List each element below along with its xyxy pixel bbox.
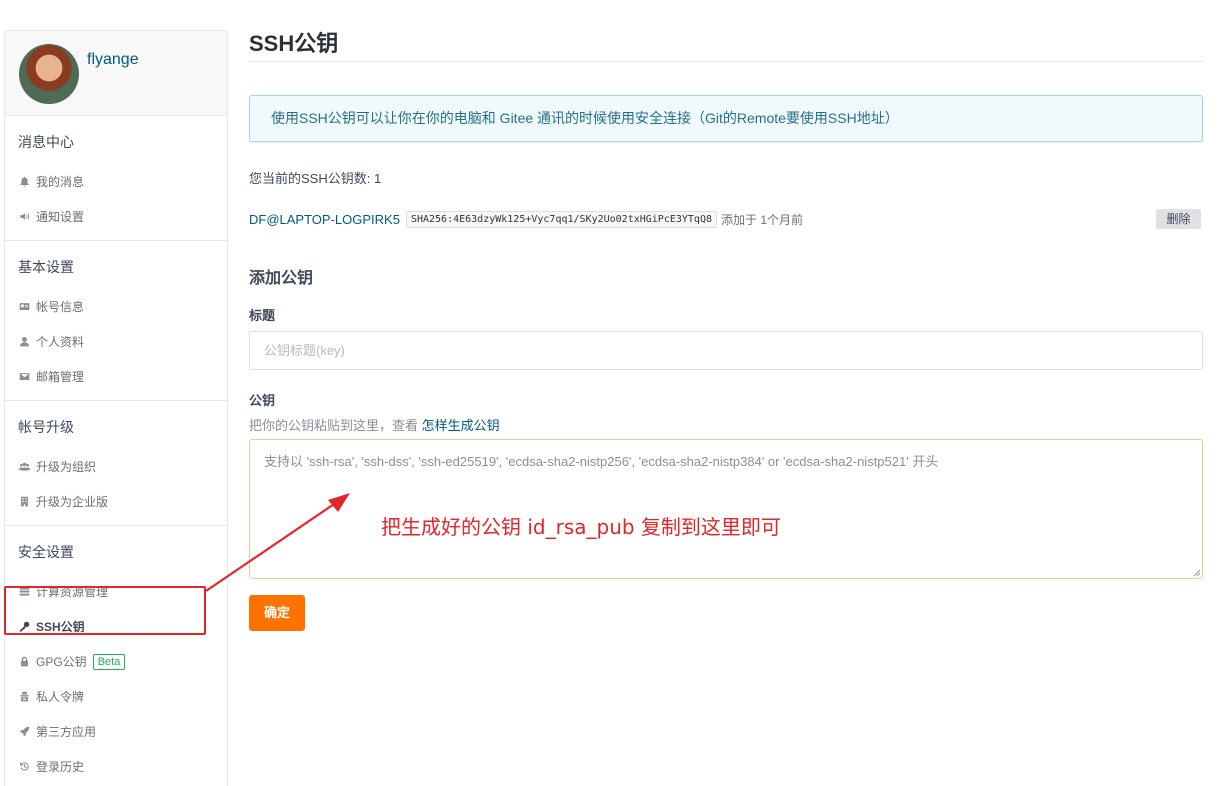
envelope-icon [18,371,30,383]
key-name[interactable]: DF@LAPTOP-LOGPIRK5 [249,212,400,227]
title-label: 标题 [249,308,276,323]
section-security-settings: 安全设置 计算资源管理 SSH公钥 GPG公钥 Beta 私人令牌 第三方应用 … [5,526,227,786]
key-fingerprint: SHA256:4E63dzyWk125+Vyc7qq1/SKy2Uo02txHG… [405,210,717,228]
submit-button[interactable]: 确定 [249,595,305,631]
key-added-time: 添加于 1个月前 [720,212,803,227]
section-title: 安全设置 [18,544,74,560]
sidebar-item-login-history[interactable]: 登录历史 [5,749,227,784]
lock-icon [18,656,30,668]
profile-header: flyange [5,31,227,116]
sidebar-item-gpg-keys[interactable]: GPG公钥 Beta [5,644,227,679]
sidebar-item-upgrade-enterprise[interactable]: 升级为企业版 [5,484,227,519]
sidebar-item-label: 升级为企业版 [36,495,109,509]
public-key-textarea[interactable]: 支持以 'ssh-rsa', 'ssh-dss', 'ssh-ed25519',… [249,439,1203,579]
bell-icon [18,176,30,188]
sidebar-item-label: 升级为组织 [36,460,97,474]
sidebar-item-label: 帐号信息 [36,300,85,314]
sidebar-item-my-messages[interactable]: 我的消息 [5,164,227,199]
sidebar-item-email[interactable]: 邮箱管理 [5,359,227,394]
users-icon [18,461,30,473]
section-title: 基本设置 [18,259,74,275]
sidebar-item-label: GPG公钥 [36,655,87,669]
rocket-icon [18,726,30,738]
annotation-text: 把生成好的公钥 id_rsa_pub 复制到这里即可 [381,515,781,539]
key-label: 公钥 [249,393,276,408]
delete-key-button[interactable]: 删除 [1156,209,1201,229]
hint-text: 把你的公钥粘贴到这里，查看 [249,418,419,433]
section-messages: 消息中心 我的消息 通知设置 [5,116,227,241]
section-account-upgrade: 帐号升级 升级为组织 升级为企业版 [5,401,227,526]
building-icon [18,496,30,508]
sidebar-item-label: 登录历史 [36,760,85,774]
resize-handle-icon[interactable] [1193,569,1201,577]
ssh-key-row: DF@LAPTOP-LOGPIRK5 SHA256:4E63dzyWk125+V… [249,208,1203,230]
sidebar-item-account-info[interactable]: 帐号信息 [5,289,227,324]
textarea-placeholder: 支持以 'ssh-rsa', 'ssh-dss', 'ssh-ed25519',… [264,454,939,469]
sidebar-item-upgrade-organization[interactable]: 升级为组织 [5,449,227,484]
sidebar-item-notification-settings[interactable]: 通知设置 [5,199,227,234]
page-title: SSH公钥 [249,28,1203,62]
history-icon [18,761,30,773]
sidebar-item-third-party-apps[interactable]: 第三方应用 [5,714,227,749]
user-icon [18,336,30,348]
beta-badge: Beta [92,653,126,670]
sidebar-item-label: 第三方应用 [36,725,97,739]
sidebar-item-label: 通知设置 [36,210,85,224]
settings-sidebar: flyange 消息中心 我的消息 通知设置 基本设置 帐号信息 个人资料 邮箱… [4,30,228,786]
highlight-box [4,586,206,635]
sidebar-item-label: 个人资料 [36,335,85,349]
username[interactable]: flyange [87,51,139,69]
token-icon [18,691,30,703]
avatar[interactable] [19,44,79,104]
key-title-input[interactable]: 公钥标题(key) [249,331,1203,370]
sidebar-item-label: 邮箱管理 [36,370,85,384]
section-title: 消息中心 [18,134,74,150]
section-basic-settings: 基本设置 帐号信息 个人资料 邮箱管理 [5,241,227,401]
how-to-generate-link[interactable]: 怎样生成公钥 [422,418,500,433]
key-count: 您当前的SSH公钥数: 1 [249,171,382,186]
add-key-heading: 添加公钥 [249,270,314,287]
sidebar-item-private-tokens[interactable]: 私人令牌 [5,679,227,714]
id-card-icon [18,301,30,313]
sidebar-item-label: 私人令牌 [36,690,85,704]
main-content: SSH公钥 使用SSH公钥可以让你在你的电脑和 Gitee 通讯的时候使用安全连… [249,28,1203,631]
section-title: 帐号升级 [18,419,74,435]
volume-icon [18,211,30,223]
annotation-arrow-icon [205,493,350,592]
sidebar-item-profile[interactable]: 个人资料 [5,324,227,359]
key-hint: 把你的公钥粘贴到这里，查看 怎样生成公钥 [249,415,1203,434]
sidebar-item-label: 我的消息 [36,175,85,189]
info-message: 使用SSH公钥可以让你在你的电脑和 Gitee 通讯的时候使用安全连接（Git的… [249,95,1203,142]
